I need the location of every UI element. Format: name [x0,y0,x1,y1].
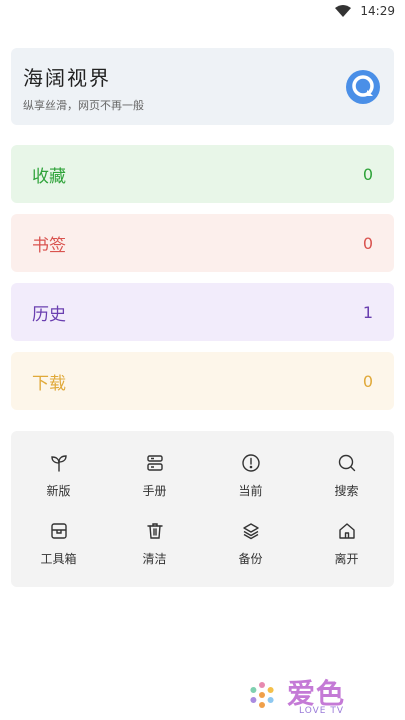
book-stack-icon [146,455,163,471]
card-favorites[interactable]: 收藏 0 [11,145,394,203]
tools-grid: 新版 手册 当前 搜索 工具箱 清洁 备份 离开 [11,431,394,587]
tool-label: 手册 [142,484,167,498]
status-bar: 14:29 [0,0,405,24]
tool-new-version[interactable]: 新版 [11,453,106,513]
search-bubble-icon[interactable] [345,69,381,105]
tool-toolbox[interactable]: 工具箱 [11,521,106,581]
tool-manual[interactable]: 手册 [107,453,202,513]
alert-circle-icon [241,454,260,472]
layers-icon [242,523,259,540]
tool-label: 新版 [46,484,71,498]
tool-label: 搜索 [334,484,359,498]
card-history-label: 历史 [32,304,66,325]
app-title: 海阔视界 [23,66,111,90]
card-history[interactable]: 历史 1 [11,283,394,341]
tool-label: 离开 [334,552,359,566]
card-bookmarks[interactable]: 书签 0 [11,214,394,272]
card-downloads-count: 0 [362,371,373,391]
card-bookmarks-count: 0 [362,233,373,253]
wifi-icon [335,5,351,17]
trash-icon [146,523,163,539]
search-icon [338,454,355,472]
brand-tagline: LOVE TV [299,706,344,716]
tool-label: 备份 [238,552,263,566]
app-header-card: 海阔视界 纵享丝滑，网页不再一般 [11,48,394,125]
tool-label: 清洁 [142,552,167,566]
app-subtitle: 纵享丝滑，网页不再一般 [23,99,144,112]
status-time: 14:29 [360,4,395,18]
sprout-icon [50,455,67,472]
home-icon [338,523,355,539]
tool-current[interactable]: 当前 [203,453,298,513]
tool-label: 工具箱 [40,552,77,566]
tool-search[interactable]: 搜索 [299,453,394,513]
tool-leave[interactable]: 离开 [299,521,394,581]
brand-logo: 爱色 LOVE TV [245,674,365,718]
flower-logo-icon [250,682,274,708]
card-downloads-label: 下载 [32,373,66,394]
tool-clean[interactable]: 清洁 [107,521,202,581]
tool-backup[interactable]: 备份 [203,521,298,581]
card-favorites-label: 收藏 [32,166,66,187]
toolbox-icon [50,523,67,539]
tool-label: 当前 [238,484,263,498]
card-history-count: 1 [362,302,373,322]
card-downloads[interactable]: 下载 0 [11,352,394,410]
card-favorites-count: 0 [362,164,373,184]
card-bookmarks-label: 书签 [32,235,66,256]
